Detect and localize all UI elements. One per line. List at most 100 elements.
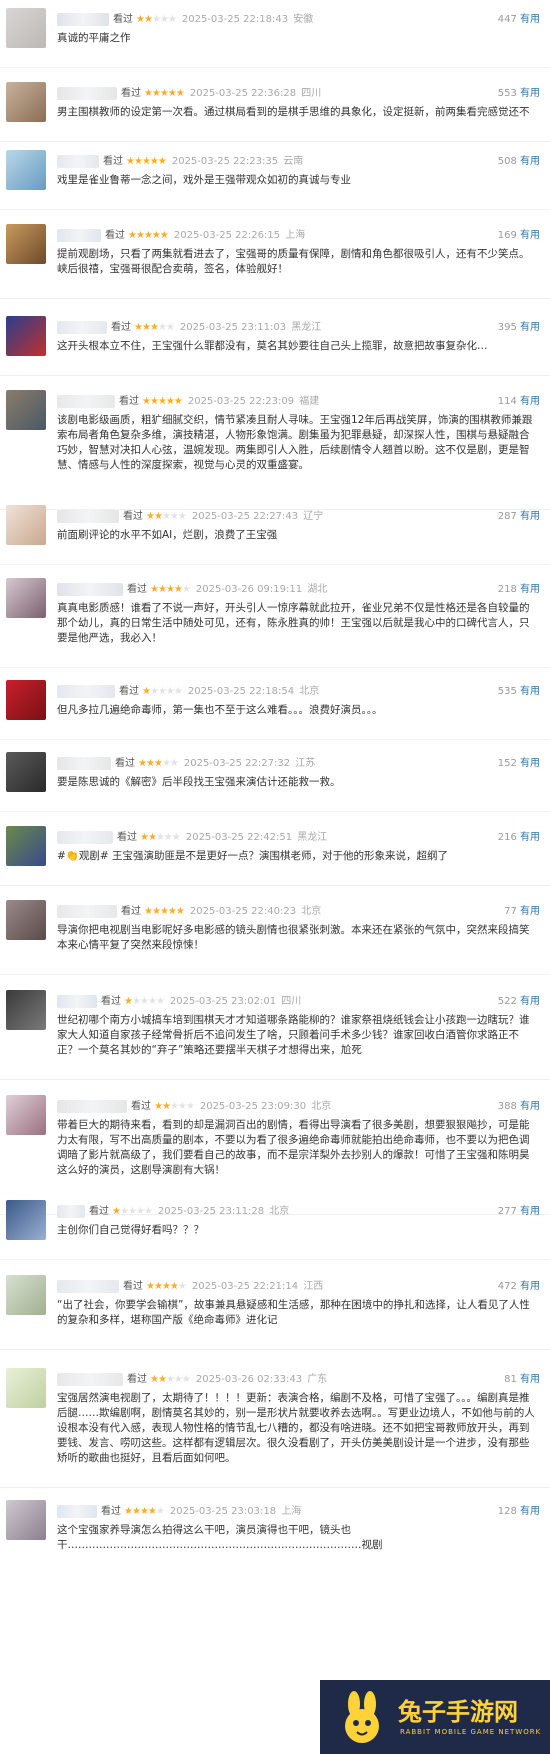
username-link[interactable] <box>57 1204 85 1218</box>
comment-location: 上海 <box>281 1506 302 1517</box>
username-link[interactable] <box>57 86 117 100</box>
comment-item: 看过 ★★★★★ 2025-03-25 22:42:51 黑龙江 216 有用 #👏观剧… <box>0 826 550 873</box>
comment-meta: 看过 ★★★★★ 2025-03-25 22:18:54 北京 <box>57 682 542 698</box>
comment-text: 该剧电影级画质，粗犷细腻交织，情节紧凑且耐人寻味。王宝强12年后再战笑屏，饰演的… <box>57 414 533 471</box>
comment-time: 2025-03-25 23:11:28 <box>157 1206 265 1217</box>
avatar[interactable] <box>6 8 46 48</box>
avatar[interactable] <box>6 900 46 940</box>
useful-vote: 216 有用 <box>498 828 540 843</box>
divider <box>0 811 550 812</box>
useful-button[interactable]: 有用 <box>520 996 540 1007</box>
avatar[interactable] <box>6 1095 46 1135</box>
useful-vote: 535 有用 <box>498 682 540 697</box>
comment-meta: 看过 ★★★★★ 2025-03-25 23:11:03 黑龙江 <box>57 318 542 334</box>
useful-button[interactable]: 有用 <box>520 906 540 917</box>
username-link[interactable] <box>57 1372 123 1386</box>
comment-text: #👏观剧# 王宝强演助匪是不是更好一点？演围棋老师，对于他的形象来说，超纲了 <box>57 850 449 862</box>
useful-button[interactable]: 有用 <box>520 1101 540 1112</box>
username-link[interactable] <box>57 154 99 168</box>
username-link[interactable] <box>57 1279 119 1293</box>
username-link[interactable] <box>57 756 111 770</box>
logo-subtitle: RABBIT MOBILE GAME NETWORK <box>400 1728 542 1736</box>
watch-status: 看过 <box>123 511 143 522</box>
star-icon: ★ <box>167 14 177 25</box>
useful-button[interactable]: 有用 <box>520 1374 540 1385</box>
useful-vote: 77 有用 <box>504 902 540 917</box>
avatar[interactable] <box>6 680 46 720</box>
avatar[interactable] <box>6 826 46 866</box>
star-icon: ★ <box>149 156 159 167</box>
useful-button[interactable]: 有用 <box>520 396 540 407</box>
comment-location: 黑龙江 <box>291 322 322 333</box>
username-link[interactable] <box>57 12 109 26</box>
comment-location: 云南 <box>283 156 304 167</box>
useful-button[interactable]: 有用 <box>520 832 540 843</box>
comment-text: 要是陈思诚的《解密》后半段找王宝强来演估计还能救一救。 <box>57 776 341 788</box>
rabbit-icon <box>345 1691 379 1743</box>
avatar[interactable] <box>6 82 46 122</box>
useful-button[interactable]: 有用 <box>520 511 540 522</box>
username-link[interactable] <box>57 582 123 596</box>
star-icon: ★ <box>163 832 173 843</box>
comment-text: 这个宝强家养导演怎么拍得这么干吧，演员演得也干吧，镜头也干……………………………… <box>57 1524 383 1551</box>
useful-button[interactable]: 有用 <box>520 758 540 769</box>
avatar[interactable] <box>6 505 46 545</box>
star-icon: ★ <box>165 322 175 333</box>
avatar[interactable] <box>6 390 46 430</box>
comment-text: 主创你们自己觉得好看吗？？？ <box>57 1224 204 1236</box>
star-icon: ★ <box>153 511 163 522</box>
avatar[interactable] <box>6 990 46 1030</box>
useful-button[interactable]: 有用 <box>520 88 540 99</box>
star-icon: ★ <box>185 1101 195 1112</box>
avatar[interactable] <box>6 316 46 356</box>
comment-meta: 看过 ★★★★★ 2025-03-25 23:09:30 北京 <box>57 1097 542 1113</box>
useful-button[interactable]: 有用 <box>520 584 540 595</box>
useful-count: 114 <box>497 396 517 407</box>
avatar[interactable] <box>6 224 46 264</box>
useful-button[interactable]: 有用 <box>520 156 540 167</box>
watch-status: 看过 <box>127 584 147 595</box>
useful-button[interactable]: 有用 <box>520 1281 540 1292</box>
username-link[interactable] <box>57 228 101 242</box>
comment-time: 2025-03-25 22:26:15 <box>173 230 281 241</box>
useful-button[interactable]: 有用 <box>520 1506 540 1517</box>
comment-time: 2025-03-25 22:40:23 <box>189 906 297 917</box>
avatar[interactable] <box>6 150 46 190</box>
star-icon: ★ <box>161 511 171 522</box>
star-icon: ★ <box>154 1101 163 1112</box>
rating-stars: ★★★★★ <box>124 1506 165 1517</box>
useful-button[interactable]: 有用 <box>520 230 540 241</box>
username-link[interactable] <box>57 1504 97 1518</box>
useful-count: 472 <box>497 1281 517 1292</box>
useful-button[interactable]: 有用 <box>520 14 540 25</box>
username-link[interactable] <box>57 1099 127 1113</box>
username-link[interactable] <box>57 509 119 523</box>
avatar[interactable] <box>6 1368 46 1408</box>
star-icon: ★ <box>142 686 151 697</box>
username-link[interactable] <box>57 684 115 698</box>
useful-button[interactable]: 有用 <box>520 1206 540 1217</box>
username-link[interactable] <box>57 394 115 408</box>
watch-status: 看过 <box>121 88 141 99</box>
useful-count: 553 <box>497 88 517 99</box>
useful-button[interactable]: 有用 <box>520 686 540 697</box>
useful-button[interactable]: 有用 <box>520 322 540 333</box>
username-link[interactable] <box>57 994 97 1008</box>
watch-status: 看过 <box>117 832 137 843</box>
useful-count: 447 <box>497 14 517 25</box>
comment-location: 上海 <box>285 230 306 241</box>
rating-stars: ★★★★★ <box>126 156 167 167</box>
star-icon: ★ <box>142 396 151 407</box>
avatar[interactable] <box>6 1275 46 1315</box>
avatar[interactable] <box>6 1200 46 1240</box>
username-link[interactable] <box>57 320 107 334</box>
username-link[interactable] <box>57 904 117 918</box>
star-icon: ★ <box>167 906 177 917</box>
comment-text: 前面刷评论的水平不如AI，烂剧，浪费了王宝强 <box>57 529 278 541</box>
avatar[interactable] <box>6 578 46 618</box>
avatar[interactable] <box>6 752 46 792</box>
username-link[interactable] <box>57 830 113 844</box>
avatar[interactable] <box>6 1500 46 1540</box>
star-icon: ★ <box>146 511 155 522</box>
comment-item: 看过 ★★★★★ 2025-03-25 22:36:28 四川 553 有用 男主围棋教… <box>0 82 550 129</box>
